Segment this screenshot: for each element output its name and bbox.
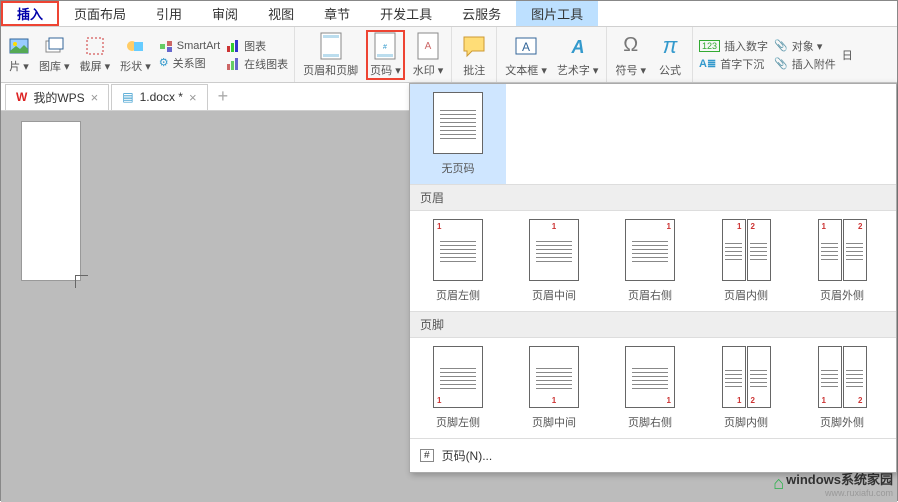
- headerfooter-icon: [317, 32, 345, 60]
- footer-outer[interactable]: 12页脚外侧: [794, 338, 890, 438]
- textbox-button[interactable]: A文本框 ▾: [503, 32, 549, 78]
- svg-text:#: #: [383, 44, 387, 51]
- watermark: ⌂ windows系统家园www.ruxiafu.com: [773, 469, 893, 498]
- new-tab-button[interactable]: +: [210, 86, 237, 107]
- pagenum-more[interactable]: #页码(N)...: [410, 438, 896, 472]
- symbol-button[interactable]: Ω符号 ▾: [613, 32, 648, 78]
- footer-left[interactable]: 1页脚左侧: [410, 338, 506, 438]
- house-icon: ⌂: [773, 473, 784, 494]
- shapes-icon: [125, 36, 145, 56]
- tab-view[interactable]: 视图: [253, 1, 309, 26]
- tab-insert[interactable]: 插入: [1, 1, 59, 26]
- header-left[interactable]: 1页眉左侧: [410, 211, 506, 311]
- smartart-icon: [159, 39, 173, 53]
- textbox-icon: A: [512, 32, 540, 60]
- attach-icon: 📎: [774, 57, 788, 70]
- comment-icon: [460, 32, 488, 60]
- section-footer: 页脚: [410, 311, 896, 338]
- pagenum-dropdown: 无页码 页眉 1页眉左侧 1页眉中间 1页眉右侧 12页眉内侧 12页眉外侧 页…: [409, 83, 897, 473]
- number-icon: 123: [699, 40, 720, 52]
- picture-icon: [9, 36, 29, 56]
- formula-button[interactable]: π公式: [654, 32, 686, 78]
- header-center[interactable]: 1页眉中间: [506, 211, 602, 311]
- picture-button[interactable]: 片 ▾: [7, 36, 31, 74]
- header-inner[interactable]: 12页眉内侧: [698, 211, 794, 311]
- tab-chapter[interactable]: 章节: [309, 1, 365, 26]
- doc-icon: ▤: [122, 90, 133, 104]
- svg-text:A: A: [425, 41, 432, 52]
- pagenum-button[interactable]: #页码 ▾: [366, 30, 405, 80]
- tab-review[interactable]: 审阅: [197, 1, 253, 26]
- pagenum-none[interactable]: 无页码: [410, 84, 506, 184]
- formula-icon: π: [656, 32, 684, 60]
- attach-button[interactable]: 📎插入附件: [774, 56, 836, 72]
- hash-icon: #: [420, 449, 434, 462]
- relation-icon: ⚙: [159, 56, 169, 69]
- close-icon[interactable]: ×: [189, 90, 197, 105]
- tab-layout[interactable]: 页面布局: [59, 1, 141, 26]
- header-outer[interactable]: 12页眉外侧: [794, 211, 890, 311]
- relation-button[interactable]: ⚙关系图: [159, 55, 220, 71]
- chart-button[interactable]: 图表: [226, 38, 288, 54]
- tab-picture-tools[interactable]: 图片工具: [516, 1, 598, 26]
- header-options: 1页眉左侧 1页眉中间 1页眉右侧 12页眉内侧 12页眉外侧: [410, 211, 896, 311]
- close-icon[interactable]: ×: [91, 90, 99, 105]
- object-button[interactable]: 📎对象 ▾: [774, 38, 836, 54]
- wps-icon: W: [16, 90, 27, 104]
- header-right[interactable]: 1页眉右侧: [602, 211, 698, 311]
- footer-right[interactable]: 1页脚右侧: [602, 338, 698, 438]
- footer-options: 1页脚左侧 1页脚中间 1页脚右侧 12页脚内侧 12页脚外侧: [410, 338, 896, 438]
- insertnum-button[interactable]: 123插入数字: [699, 38, 768, 54]
- gallery-button[interactable]: 图库 ▾: [37, 36, 72, 74]
- shapes-button[interactable]: 形状 ▾: [118, 36, 153, 74]
- screenshot-icon: [85, 36, 105, 56]
- footer-center[interactable]: 1页脚中间: [506, 338, 602, 438]
- doc-tab-wps[interactable]: W我的WPS×: [5, 84, 109, 110]
- headerfooter-button[interactable]: 页眉和页脚: [301, 32, 360, 78]
- dropcap-icon: A≣: [699, 57, 716, 70]
- tab-cloud[interactable]: 云服务: [447, 1, 516, 26]
- svg-text:A: A: [570, 37, 584, 57]
- wordart-button[interactable]: A艺术字 ▾: [555, 32, 601, 78]
- section-header: 页眉: [410, 184, 896, 211]
- watermark-icon: A: [414, 32, 442, 60]
- chart-icon: [226, 39, 240, 53]
- comment-button[interactable]: 批注: [458, 32, 490, 78]
- tab-reference[interactable]: 引用: [141, 1, 197, 26]
- doc-tab-file[interactable]: ▤1.docx *×: [111, 84, 207, 110]
- menu-tabs: 插入 页面布局 引用 审阅 视图 章节 开发工具 云服务 图片工具: [1, 1, 897, 27]
- object-icon: 📎: [774, 39, 788, 52]
- dropcap-button[interactable]: A≣首字下沉: [699, 56, 768, 72]
- gallery-icon: [44, 36, 64, 56]
- onlinechart-button[interactable]: 在线图表: [226, 56, 288, 72]
- watermark-button[interactable]: A水印 ▾: [411, 32, 446, 78]
- tab-dev[interactable]: 开发工具: [365, 1, 447, 26]
- page-preview: [21, 121, 81, 281]
- footer-inner[interactable]: 12页脚内侧: [698, 338, 794, 438]
- ribbon: 片 ▾ 图库 ▾ 截屏 ▾ 形状 ▾ SmartArt ⚙关系图 图表 在线图表…: [1, 27, 897, 83]
- onlinechart-icon: [226, 57, 240, 71]
- svg-text:A: A: [522, 40, 530, 54]
- wordart-icon: A: [564, 32, 592, 60]
- symbol-icon: Ω: [617, 32, 645, 60]
- screenshot-button[interactable]: 截屏 ▾: [78, 36, 113, 74]
- pagenum-icon: #: [371, 32, 399, 60]
- date-button[interactable]: 日: [842, 47, 853, 63]
- smartart-button[interactable]: SmartArt: [159, 39, 220, 53]
